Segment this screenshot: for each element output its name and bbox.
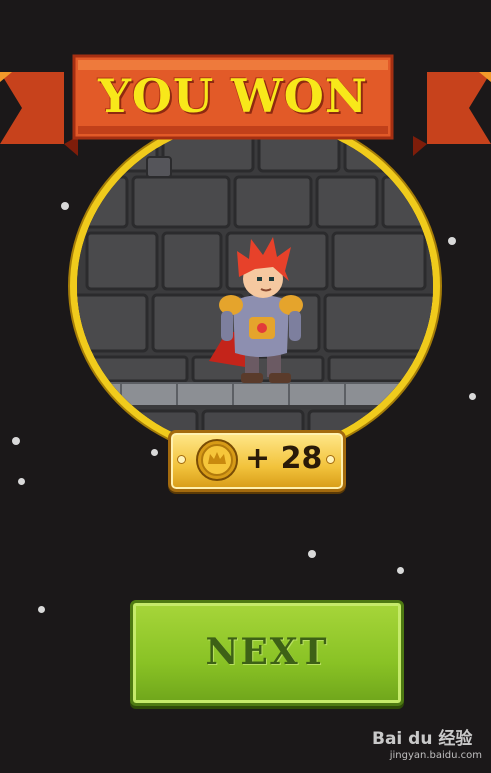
- dungeon-wall-illustration: [77, 121, 433, 451]
- plate-rivet: [177, 455, 186, 464]
- next-button[interactable]: NEXT: [130, 600, 404, 706]
- coin-reward-plate: + 28: [168, 430, 346, 492]
- next-button-label: NEXT: [205, 631, 329, 673]
- snow-particle: [18, 478, 25, 485]
- watermark-logo: Bai du 经验: [372, 729, 473, 749]
- snow-particle: [397, 567, 404, 574]
- hero-scene-frame: [70, 114, 440, 458]
- snow-particle: [308, 550, 316, 558]
- coin-icon: [196, 439, 238, 481]
- snow-particle: [469, 393, 476, 400]
- snow-particle: [61, 202, 69, 210]
- baidu-jingyan-watermark: Bai du 经验 jingyan.baidu.com: [372, 720, 482, 768]
- coin-reward-amount: + 28: [245, 441, 323, 476]
- plate-rivet: [326, 455, 335, 464]
- watermark-url: jingyan.baidu.com: [389, 750, 482, 761]
- snow-particle: [38, 606, 45, 613]
- you-won-title: YOU WON: [98, 69, 368, 123]
- snow-particle: [12, 437, 20, 445]
- snow-particle: [448, 237, 456, 245]
